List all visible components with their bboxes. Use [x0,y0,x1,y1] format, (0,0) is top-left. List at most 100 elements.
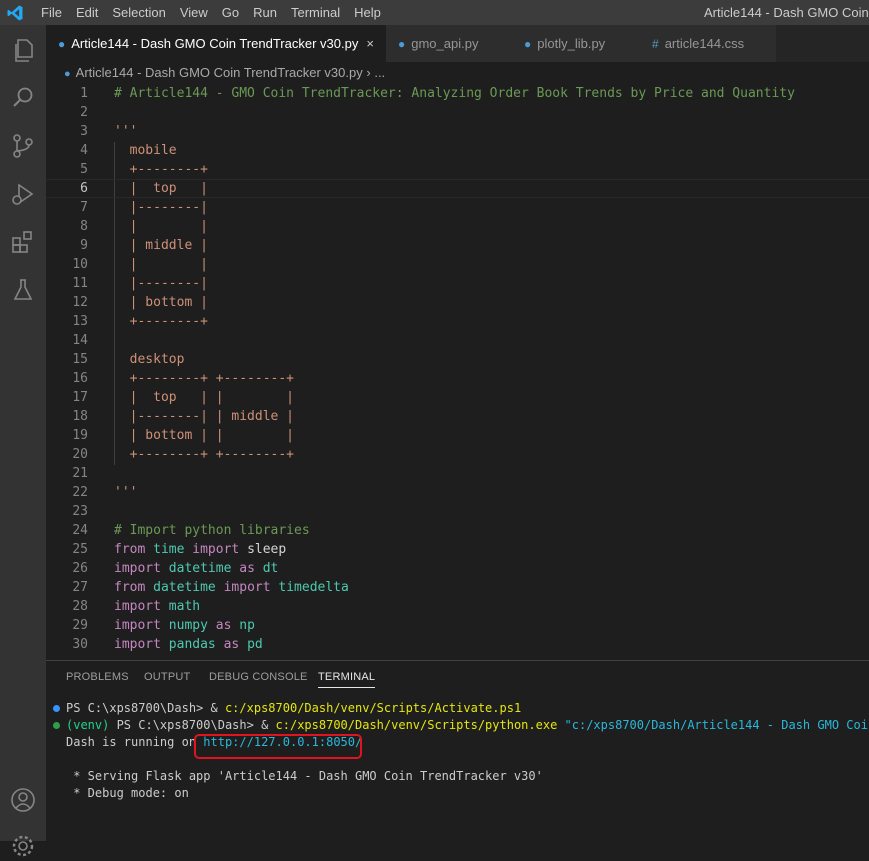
code-token: mobile [114,143,177,158]
code-text: from time import sleep [114,540,286,559]
terminal-line: PS C:\xps8700\Dash> & c:/xps8700/Dash/ve… [46,700,869,717]
code-line[interactable]: 7 |--------| [46,198,869,217]
line-number: 4 [80,143,88,158]
breadcrumb-more[interactable]: ... [374,65,385,80]
code-line[interactable]: 30 import pandas as pd [46,635,869,654]
code-text: import pandas as pd [114,635,263,654]
code-line[interactable]: 18 |--------| | middle | [46,407,869,426]
code-line[interactable]: 8 | | [46,217,869,236]
code-line[interactable]: 12 | bottom | [46,293,869,312]
code-line[interactable]: 11 |--------| [46,274,869,293]
code-token: +--------+ +--------+ [114,371,295,386]
menu-item-go[interactable]: Go [215,0,246,25]
code-text: desktop [114,350,185,369]
code-line[interactable]: 26 import datetime as dt [46,559,869,578]
code-token: datetime [168,561,232,576]
code-line[interactable]: 27 from datetime import timedelta [46,578,869,597]
tab-plotly-lib-py[interactable]: ● plotly_lib.py [512,25,641,62]
code-token: | | [114,257,208,272]
line-number: 23 [72,504,88,519]
code-text: | top | | | [114,388,294,407]
terminal-text: "c:/xps8700/Dash/Article144 - Dash GMO C… [564,718,869,732]
code-line[interactable]: 3 ''' [46,122,869,141]
code-text: # Article144 - GMO Coin TrendTracker: An… [114,84,795,103]
tab-gmo-api-py[interactable]: ● gmo_api.py [386,25,513,62]
code-line[interactable]: 17 | top | | | [46,388,869,407]
line-number: 7 [80,200,88,215]
code-line[interactable]: 2 [46,103,869,122]
code-token: np [239,618,255,633]
code-line[interactable]: 21 [46,464,869,483]
code-text: |--------| [114,274,208,293]
menu-item-edit[interactable]: Edit [69,0,105,25]
settings-icon[interactable] [8,831,38,861]
code-line[interactable]: 4 mobile [46,141,869,160]
code-token: | bottom | [114,295,208,310]
terminal-line: * Debug mode: on [46,785,869,802]
code-line[interactable]: 10 | | [46,255,869,274]
menu-item-selection[interactable]: Selection [105,0,172,25]
code-line[interactable]: 25 from time import sleep [46,540,869,559]
run-debug-icon[interactable] [8,179,38,209]
search-icon[interactable] [8,83,38,113]
panel-tab-output[interactable]: OUTPUT [144,671,190,683]
terminal-text: PS C:\xps8700\Dash> & [66,701,225,715]
code-line[interactable]: 16 +--------+ +--------+ [46,369,869,388]
code-text: import datetime as dt [114,559,278,578]
extensions-icon[interactable] [8,227,38,257]
code-line[interactable]: 13 +--------+ [46,312,869,331]
code-text: import numpy as np [114,616,255,635]
code-line[interactable]: 28 import math [46,597,869,616]
line-number: 3 [80,124,88,139]
panel-tab-terminal[interactable]: TERMINAL [318,671,376,688]
code-text: | top | [114,179,208,198]
code-line[interactable]: 6 | top | [46,179,869,198]
testing-icon[interactable] [8,275,38,305]
menu-item-help[interactable]: Help [347,0,388,25]
code-line[interactable]: 24 # Import python libraries [46,521,869,540]
breadcrumb-file[interactable]: Article144 - Dash GMO Coin TrendTracker … [76,65,363,80]
breadcrumb: ● Article144 - Dash GMO Coin TrendTracker… [46,62,869,84]
code-line[interactable]: 1 # Article144 - GMO Coin TrendTracker: A… [46,84,869,103]
menu-item-file[interactable]: File [34,0,69,25]
code-line[interactable]: 15 desktop [46,350,869,369]
code-line[interactable]: 9 | middle | [46,236,869,255]
terminal-text: * Debug mode: on [66,786,189,800]
files-icon[interactable] [8,35,38,65]
tab-article144-dash-gmo-coin-trendtracker-v30-py[interactable]: ● Article144 - Dash GMO Coin TrendTracker… [46,25,387,62]
code-line[interactable]: 23 [46,502,869,521]
menu-item-terminal[interactable]: Terminal [284,0,347,25]
close-icon[interactable]: × [366,25,374,62]
source-control-icon[interactable] [8,131,38,161]
code-editor[interactable]: 1 # Article144 - GMO Coin TrendTracker: A… [46,84,869,660]
code-line[interactable]: 14 [46,331,869,350]
code-token: +--------+ +--------+ [114,447,295,462]
code-token: ''' [114,124,138,139]
menu-item-view[interactable]: View [173,0,215,25]
code-line[interactable]: 5 +--------+ [46,160,869,179]
panel-tab-debug-console[interactable]: DEBUG CONSOLE [209,671,308,683]
code-line[interactable]: 22 ''' [46,483,869,502]
code-text: | middle | [114,236,208,255]
line-number: 11 [72,276,88,291]
code-line[interactable]: 19 | bottom | | | [46,426,869,445]
code-text: import math [114,597,200,616]
line-number: 16 [72,371,88,386]
code-line[interactable]: 29 import numpy as np [46,616,869,635]
code-token: # Import python libraries [114,523,310,538]
tab-article144-css[interactable]: # article144.css [640,25,777,62]
editor-tabs: ● Article144 - Dash GMO Coin TrendTracker… [46,25,869,62]
python-icon: ● [64,68,71,80]
terminal-text: Dash is running on [66,735,204,749]
panel-tab-problems[interactable]: PROBLEMS [66,671,129,683]
menu-item-run[interactable]: Run [246,0,284,25]
code-token: timedelta [278,580,349,595]
tab-label: article144.css [664,36,745,51]
code-line[interactable]: 20 +--------+ +--------+ [46,445,869,464]
account-icon[interactable] [8,785,38,815]
code-token: +--------+ [114,314,208,329]
python-icon: ● [58,37,66,51]
